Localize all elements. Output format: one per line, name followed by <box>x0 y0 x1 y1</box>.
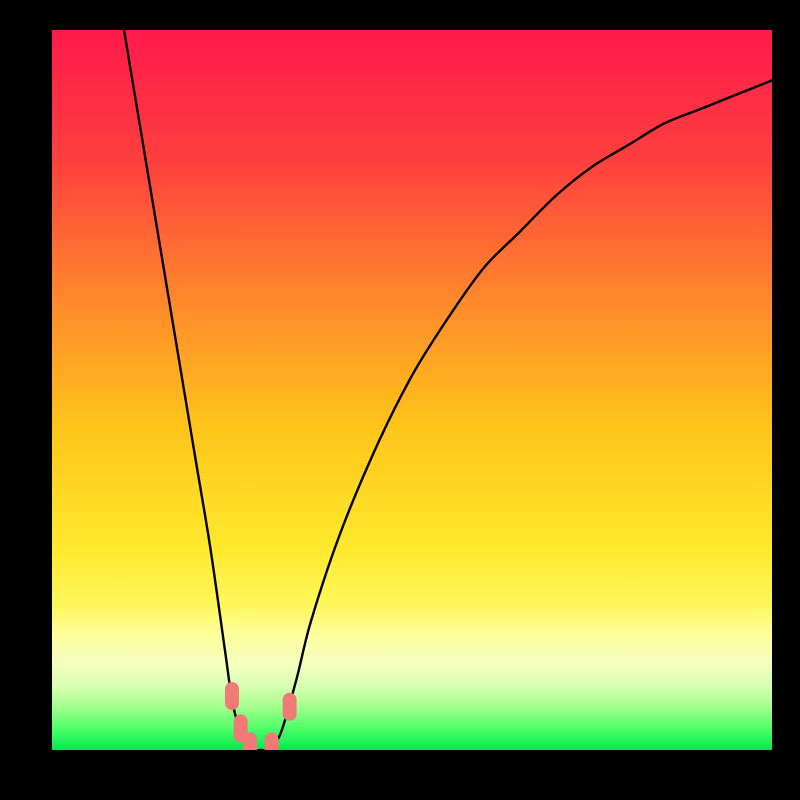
chart-background-gradient <box>52 30 772 750</box>
chart-frame <box>12 0 788 787</box>
chart-container: TheBottleneck.com <box>0 0 800 800</box>
chart-plot-area <box>52 30 772 750</box>
